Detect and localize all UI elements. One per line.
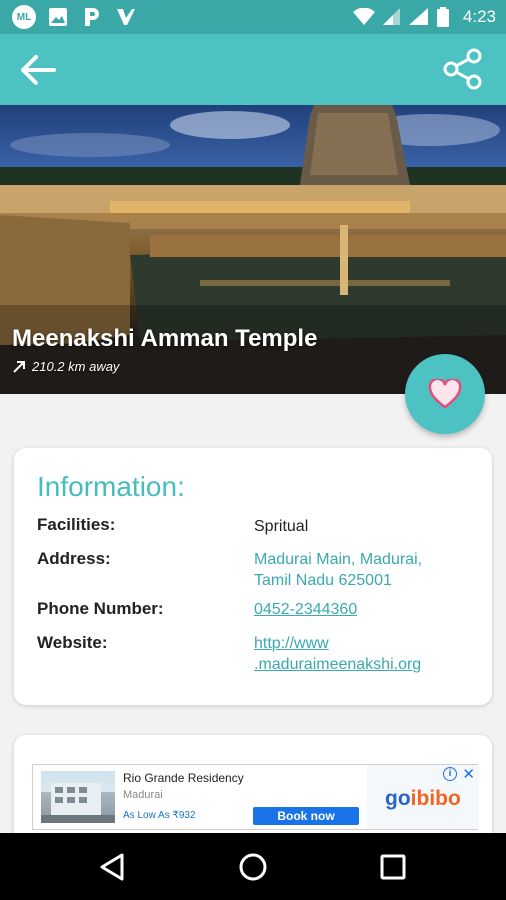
nav-home-button[interactable] — [236, 850, 270, 884]
ad-brand-panel: i ✕ goibibo — [367, 765, 479, 829]
triangle-back-icon — [100, 853, 124, 881]
address-link[interactable]: Madurai Main, Madurai, Tamil Nadu 625001 — [254, 549, 422, 591]
ad-brand-logo: goibibo — [385, 787, 461, 811]
distance-row: 210.2 km away — [12, 359, 119, 374]
ad-hotel-name: Rio Grande Residency — [123, 771, 244, 785]
ad-info-icon[interactable]: i — [443, 767, 457, 781]
circle-home-icon — [239, 853, 267, 881]
ad-banner[interactable]: Rio Grande Residency Madurai As Low As ₹… — [32, 764, 479, 830]
ad-city: Madurai — [123, 789, 163, 801]
app-bar — [0, 34, 506, 105]
signal-icon — [382, 8, 400, 25]
website-link[interactable]: http://www .maduraimeenakshi.org — [254, 633, 421, 675]
phone-link[interactable]: 0452-2344360 — [254, 599, 357, 620]
facilities-value: Spritual — [254, 518, 309, 535]
facilities-label: Facilities: — [37, 515, 116, 534]
phone-label: Phone Number: — [37, 599, 164, 618]
ad-book-now-button[interactable]: Book now — [253, 807, 359, 825]
signal-icon — [408, 8, 428, 25]
distance-text: 210.2 km away — [32, 359, 120, 374]
hero-image: Meenakshi Amman Temple 210.2 km away — [0, 105, 506, 394]
favorite-button[interactable] — [405, 354, 485, 434]
status-time: 4:23 — [462, 7, 496, 26]
nav-recents-button[interactable] — [376, 850, 410, 884]
back-button[interactable] — [18, 50, 58, 90]
arrow-up-right-icon — [13, 360, 25, 373]
square-recents-icon — [380, 854, 406, 880]
ml-app-icon: ML — [12, 5, 36, 29]
checkmark-app-icon — [114, 5, 138, 29]
ad-close-icon[interactable]: ✕ — [462, 765, 475, 783]
arrow-left-icon — [21, 55, 56, 85]
place-title: Meenakshi Amman Temple — [12, 325, 318, 352]
share-icon — [443, 48, 482, 90]
brand-ibibo: ibibo — [410, 787, 461, 810]
status-bar: ML 4:23 — [0, 0, 506, 34]
share-button[interactable] — [442, 48, 484, 90]
ad-price: As Low As ₹932 — [123, 810, 196, 821]
image-icon — [46, 5, 70, 29]
brand-go: go — [385, 787, 411, 810]
navigation-bar — [0, 833, 506, 900]
heart-icon — [428, 379, 462, 409]
information-heading: Information: — [37, 471, 185, 502]
website-label: Website: — [37, 633, 108, 652]
battery-icon — [436, 7, 449, 27]
information-card: Information: Facilities: Spritual Addres… — [14, 448, 492, 705]
nav-back-button[interactable] — [96, 850, 130, 884]
wifi-icon — [352, 8, 375, 25]
hotel-image — [41, 771, 115, 823]
address-label: Address: — [37, 549, 111, 568]
parking-icon — [80, 5, 104, 29]
